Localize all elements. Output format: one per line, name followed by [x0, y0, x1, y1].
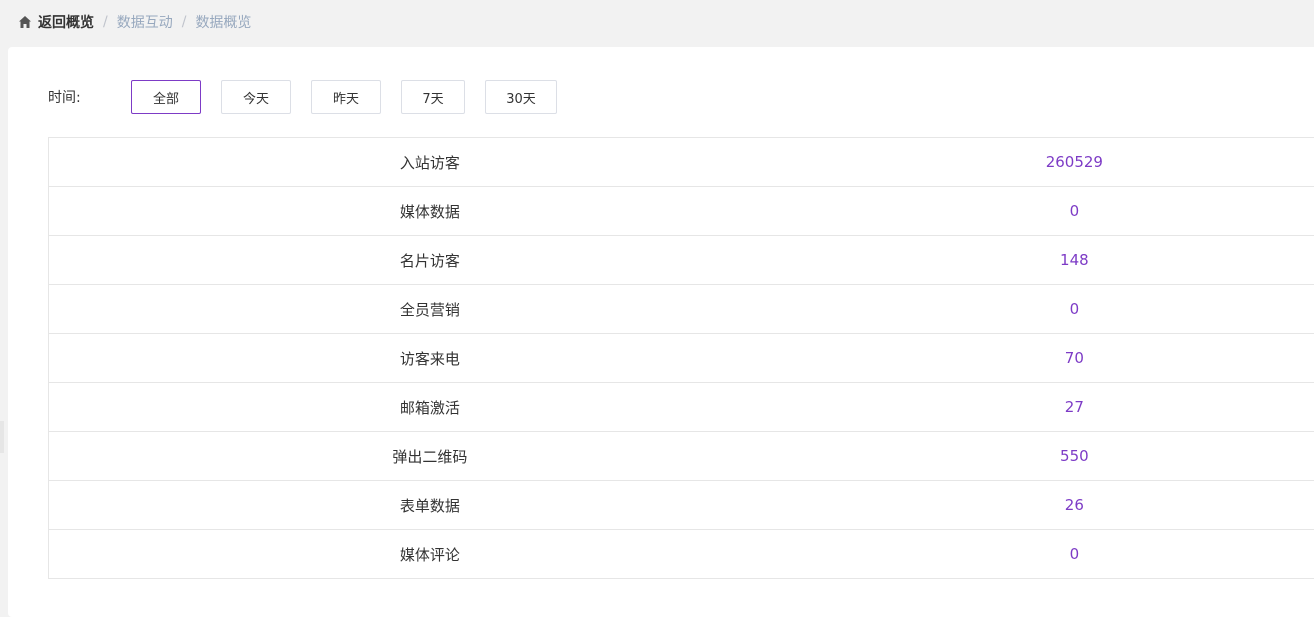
stat-value: 27 — [811, 383, 1314, 432]
stat-value: 260529 — [811, 138, 1314, 187]
table-row: 名片访客 148 — [49, 236, 1314, 285]
breadcrumb-item-data-overview[interactable]: 数据概览 — [195, 12, 251, 32]
breadcrumb-item-data-interaction[interactable]: 数据互动 — [117, 12, 173, 32]
stat-name: 媒体数据 — [49, 187, 811, 236]
breadcrumb-home-label: 返回概览 — [38, 12, 94, 32]
stat-value: 26 — [811, 481, 1314, 530]
breadcrumb-home[interactable]: 返回概览 — [18, 12, 94, 32]
main-panel: 时间: 全部 今天 昨天 7天 30天 入站访客 260529 媒体数据 0 名… — [8, 47, 1314, 617]
table-row: 入站访客 260529 — [49, 138, 1314, 187]
stats-table: 入站访客 260529 媒体数据 0 名片访客 148 全员营销 0 访客来电 … — [48, 137, 1314, 579]
breadcrumb-separator: / — [103, 14, 108, 30]
filter-today-button[interactable]: 今天 — [221, 80, 291, 114]
stat-value: 0 — [811, 187, 1314, 236]
stat-name: 弹出二维码 — [49, 432, 811, 481]
table-row: 全员营销 0 — [49, 285, 1314, 334]
breadcrumb-separator: / — [182, 14, 187, 30]
filter-all-button[interactable]: 全部 — [131, 80, 201, 114]
table-row: 表单数据 26 — [49, 481, 1314, 530]
stat-value: 148 — [811, 236, 1314, 285]
breadcrumb: 返回概览 / 数据互动 / 数据概览 — [18, 11, 251, 33]
stat-name: 表单数据 — [49, 481, 811, 530]
stat-name: 名片访客 — [49, 236, 811, 285]
filter-7days-button[interactable]: 7天 — [401, 80, 465, 114]
stat-name: 全员营销 — [49, 285, 811, 334]
filter-yesterday-button[interactable]: 昨天 — [311, 80, 381, 114]
stat-value: 550 — [811, 432, 1314, 481]
table-row: 邮箱激活 27 — [49, 383, 1314, 432]
stat-value: 70 — [811, 334, 1314, 383]
home-icon — [18, 15, 32, 29]
filter-30days-button[interactable]: 30天 — [485, 80, 557, 114]
table-row: 媒体评论 0 — [49, 530, 1314, 579]
stat-name: 媒体评论 — [49, 530, 811, 579]
stat-value: 0 — [811, 285, 1314, 334]
side-collapse-handle[interactable] — [0, 421, 4, 453]
time-filter-label: 时间: — [48, 87, 131, 107]
stat-name: 访客来电 — [49, 334, 811, 383]
table-row: 访客来电 70 — [49, 334, 1314, 383]
stat-name: 邮箱激活 — [49, 383, 811, 432]
stat-name: 入站访客 — [49, 138, 811, 187]
table-row: 弹出二维码 550 — [49, 432, 1314, 481]
stat-value: 0 — [811, 530, 1314, 579]
table-row: 媒体数据 0 — [49, 187, 1314, 236]
time-filter: 时间: 全部 今天 昨天 7天 30天 — [48, 79, 577, 115]
